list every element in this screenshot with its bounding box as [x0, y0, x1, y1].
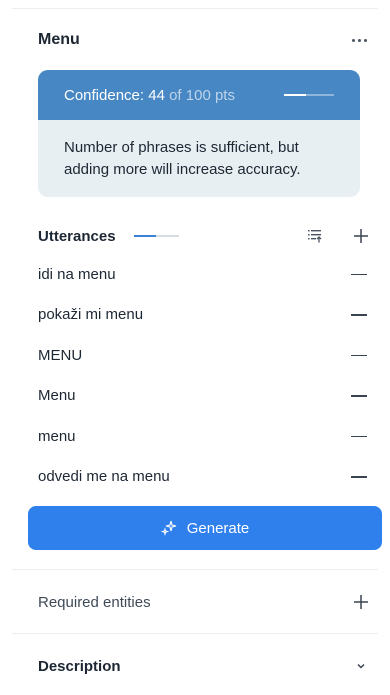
utterance-text[interactable]: Menu — [38, 387, 76, 404]
add-utterance-button[interactable] — [350, 225, 372, 247]
confidence-bar: Confidence: 44 of 100 pts — [38, 70, 360, 120]
required-entities-label: Required entities — [38, 593, 151, 611]
remove-utterance-button[interactable] — [350, 425, 372, 447]
sort-list-icon — [308, 230, 322, 243]
utterance-row[interactable]: menu — [38, 416, 372, 457]
confidence-card: Confidence: 44 of 100 pts Number of phra… — [38, 70, 360, 197]
confidence-progress-track — [284, 94, 334, 96]
remove-utterance-button[interactable] — [350, 466, 372, 488]
confidence-progress-fill — [284, 94, 306, 96]
minus-icon — [350, 273, 367, 275]
utterance-text[interactable]: MENU — [38, 347, 82, 364]
utterances-actions — [304, 225, 372, 247]
utterance-row[interactable]: Menu — [38, 376, 372, 417]
utterance-text[interactable]: pokaži mi menu — [38, 306, 143, 323]
generate-button[interactable]: Generate — [28, 506, 382, 550]
chevron-down-icon — [357, 663, 365, 669]
confidence-text: Confidence: 44 of 100 pts — [64, 87, 235, 104]
confidence-message: Number of phrases is sufficient, but add… — [64, 139, 301, 178]
utterance-text[interactable]: idi na menu — [38, 266, 116, 283]
description-row[interactable]: Description — [38, 654, 372, 678]
plus-icon — [354, 595, 368, 609]
minus-icon — [350, 395, 367, 397]
description-label: Description — [38, 657, 121, 675]
add-required-entity-button[interactable] — [350, 591, 372, 613]
utterance-text[interactable]: odvedi me na menu — [38, 468, 170, 485]
utterance-row[interactable]: idi na menu — [38, 254, 372, 295]
confidence-max: of 100 pts — [169, 86, 235, 104]
description-toggle-button[interactable] — [350, 655, 372, 677]
more-horizontal-icon — [351, 38, 367, 42]
panel-title: Menu — [38, 31, 80, 48]
utterances-progress-fill — [133, 235, 157, 237]
menu-header: Menu — [38, 28, 372, 52]
top-divider — [12, 8, 378, 9]
remove-utterance-button[interactable] — [350, 263, 372, 285]
generate-label: Generate — [186, 519, 250, 537]
utterances-header: Utterances — [38, 224, 372, 248]
remove-utterance-button[interactable] — [350, 344, 372, 366]
section-divider — [12, 633, 378, 634]
utterance-row[interactable]: pokaži mi menu — [38, 295, 372, 336]
utterance-text[interactable]: menu — [38, 428, 76, 445]
section-divider — [12, 569, 378, 570]
minus-icon — [350, 354, 367, 356]
remove-utterance-button[interactable] — [350, 385, 372, 407]
sparkles-icon — [160, 520, 176, 536]
more-options-button[interactable] — [346, 30, 372, 50]
utterance-list: idi na menu pokaži mi menu MENU Menu menu odv… — [38, 254, 372, 497]
utterances-title: Utterances — [38, 227, 116, 245]
required-entities-row[interactable]: Required entities — [38, 590, 372, 614]
confidence-label: Confidence: — [64, 86, 145, 104]
minus-icon — [350, 314, 367, 316]
intent-panel: Menu Confidence: 44 of 100 pts Number of… — [0, 0, 390, 695]
utterances-progress-track — [133, 235, 179, 237]
remove-utterance-button[interactable] — [350, 304, 372, 326]
plus-icon — [354, 229, 368, 243]
confidence-score: 44 — [148, 86, 165, 104]
utterance-row[interactable]: odvedi me na menu — [38, 457, 372, 498]
sort-utterances-button[interactable] — [304, 225, 326, 247]
utterance-row[interactable]: MENU — [38, 335, 372, 376]
minus-icon — [350, 476, 367, 478]
minus-icon — [350, 435, 367, 437]
